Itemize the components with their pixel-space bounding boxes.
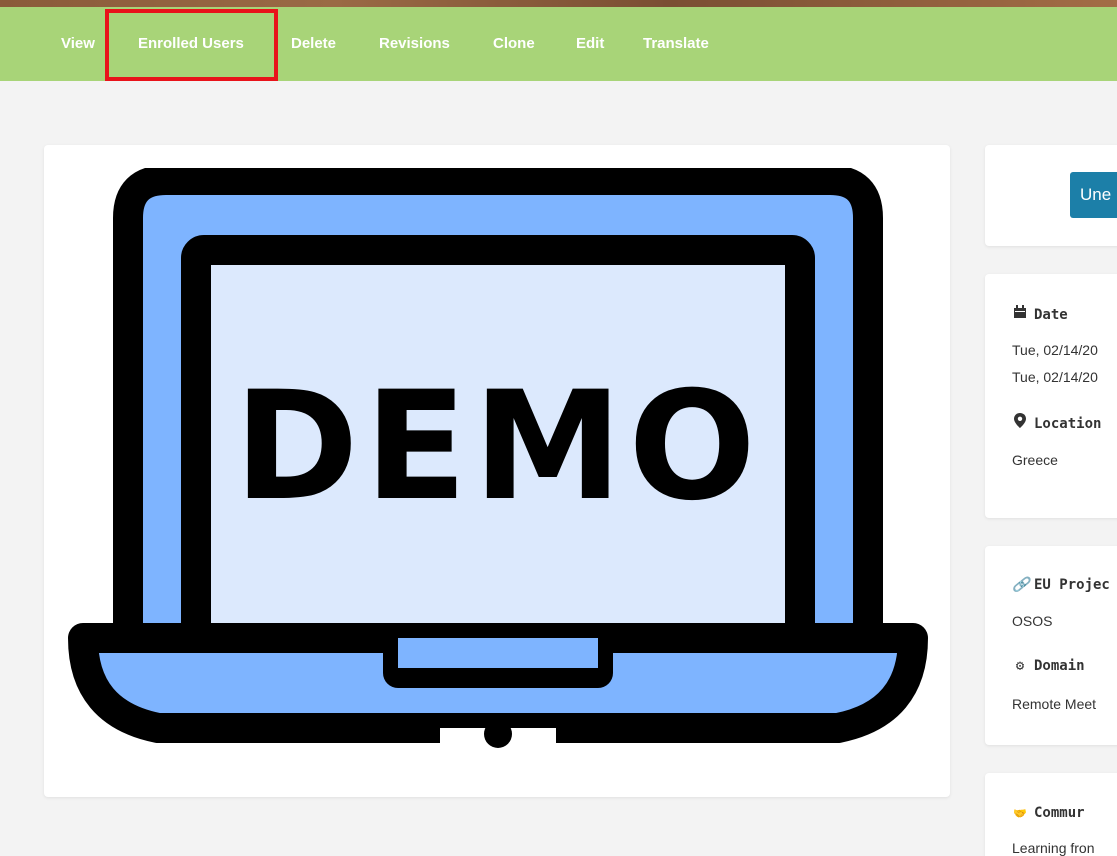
- location-label: Location: [1012, 413, 1101, 432]
- community-value: Learning fron: [1012, 840, 1095, 856]
- annotation-highlight-box: [105, 9, 278, 81]
- eu-project-value: OSOS: [1012, 613, 1053, 629]
- tab-clone[interactable]: Clone: [493, 35, 535, 52]
- date-label: Date: [1012, 305, 1068, 323]
- location-value: Greece: [1012, 452, 1058, 468]
- unenroll-button[interactable]: Une: [1070, 172, 1117, 218]
- project-domain-card: [985, 546, 1117, 745]
- tab-view[interactable]: View: [61, 35, 95, 52]
- tab-translate[interactable]: Translate: [643, 35, 709, 52]
- cogs-icon: ⚙: [1015, 658, 1025, 674]
- eu-project-label: 🔗 EU Projec: [1012, 577, 1110, 593]
- map-marker-icon: [1012, 413, 1028, 432]
- date-start-value: Tue, 02/14/20: [1012, 342, 1098, 358]
- tab-edit[interactable]: Edit: [576, 35, 604, 52]
- domain-label: ⚙ Domain: [1012, 658, 1085, 674]
- demo-text: DEMO: [234, 360, 762, 534]
- page: View Enrolled Users Delete Revisions Clo…: [0, 0, 1117, 856]
- header-image-strip: [0, 0, 1117, 7]
- tab-revisions[interactable]: Revisions: [379, 35, 450, 52]
- domain-value: Remote Meet: [1012, 696, 1097, 712]
- link-icon: 🔗: [1012, 577, 1030, 593]
- tab-delete[interactable]: Delete: [291, 35, 336, 52]
- demo-laptop-image: DEMO: [68, 168, 928, 748]
- calendar-icon: [1012, 305, 1028, 323]
- community-label: 🤝 Commur: [1013, 805, 1085, 821]
- handshake-icon: 🤝: [1013, 807, 1027, 820]
- date-end-value: Tue, 02/14/20: [1012, 369, 1098, 385]
